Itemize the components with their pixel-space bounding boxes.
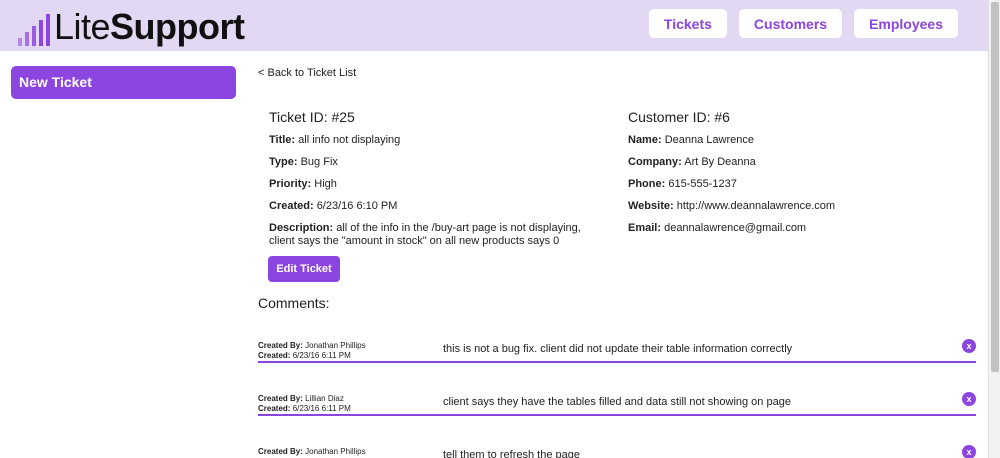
delete-comment-button[interactable]: x bbox=[962, 445, 976, 458]
comment-item: Created By: Jonathan Phillips Created: 6… bbox=[258, 339, 976, 363]
comment-item: Created By: Lillian Diaz Created: 6/23/1… bbox=[258, 392, 976, 416]
customer-phone-field: Phone: 615-555-1237 bbox=[628, 178, 737, 190]
delete-comment-button[interactable]: x bbox=[962, 339, 976, 353]
ticket-description-field: Description: all of the info in the /buy… bbox=[269, 222, 581, 247]
ticket-details: Ticket ID: #25 Title: all info not displ… bbox=[269, 109, 609, 257]
nav-tickets-button[interactable]: Tickets bbox=[648, 9, 727, 38]
delete-comment-button[interactable]: x bbox=[962, 392, 976, 406]
comment-meta: Created By: Jonathan Phillips Created: 6… bbox=[258, 341, 366, 360]
comment-created: 6/23/16 6:11 PM bbox=[292, 404, 351, 413]
comment-text: tell them to refresh the page bbox=[443, 449, 580, 458]
comment-item: Created By: Jonathan Phillips tell them … bbox=[258, 445, 976, 458]
main-nav: Tickets Customers Employees bbox=[648, 9, 958, 38]
logo-bars-icon bbox=[18, 14, 50, 46]
customer-email-field: Email: deannalawrence@gmail.com bbox=[628, 222, 807, 234]
ticket-priority-field: Priority: High bbox=[269, 178, 337, 190]
customer-id-heading: Customer ID: #6 bbox=[628, 109, 730, 125]
ticket-created-field: Created: 6/23/16 6:10 PM bbox=[269, 200, 398, 212]
customer-details: Customer ID: #6 Name: Deanna Lawrence Co… bbox=[628, 109, 958, 244]
app-header: LiteSupport Tickets Customers Employees bbox=[0, 0, 988, 51]
comment-author: Jonathan Phillips bbox=[305, 341, 366, 350]
customer-name-field: Name: Deanna Lawrence bbox=[628, 134, 754, 146]
comment-text: this is not a bug fix. client did not up… bbox=[443, 343, 793, 355]
ticket-type-field: Type: Bug Fix bbox=[269, 156, 338, 168]
edit-ticket-button[interactable]: Edit Ticket bbox=[268, 256, 340, 282]
comment-meta: Created By: Jonathan Phillips bbox=[258, 447, 366, 456]
comment-meta: Created By: Lillian Diaz Created: 6/23/1… bbox=[258, 394, 351, 413]
ticket-id-heading: Ticket ID: #25 bbox=[269, 109, 355, 125]
customer-company-field: Company: Art By Deanna bbox=[628, 156, 756, 168]
comment-author: Lillian Diaz bbox=[305, 394, 344, 403]
comments-heading: Comments: bbox=[258, 295, 330, 311]
comment-author: Jonathan Phillips bbox=[305, 447, 366, 456]
comment-created: 6/23/16 6:11 PM bbox=[292, 351, 351, 360]
back-to-ticket-list-link[interactable]: < Back to Ticket List bbox=[258, 67, 356, 79]
comment-text: client says they have the tables filled … bbox=[443, 396, 791, 408]
nav-customers-button[interactable]: Customers bbox=[738, 9, 843, 38]
customer-website-field: Website: http://www.deannalawrence.com bbox=[628, 200, 836, 212]
page-scrollbar[interactable] bbox=[988, 0, 1000, 458]
scrollbar-thumb[interactable] bbox=[991, 2, 999, 372]
ticket-title-field: Title: all info not displaying bbox=[269, 134, 401, 146]
nav-employees-button[interactable]: Employees bbox=[854, 9, 958, 38]
app-logo[interactable]: LiteSupport bbox=[18, 6, 245, 46]
new-ticket-button[interactable]: New Ticket bbox=[11, 66, 236, 99]
logo-text: LiteSupport bbox=[54, 6, 245, 47]
